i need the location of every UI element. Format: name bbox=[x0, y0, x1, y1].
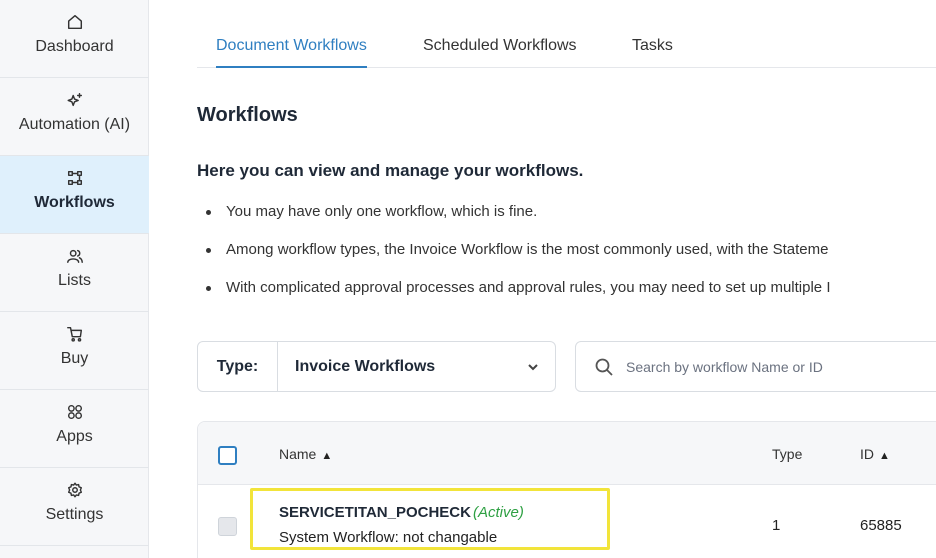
type-selected-value: Invoice Workflows bbox=[295, 358, 436, 375]
column-header-type[interactable]: Type bbox=[772, 446, 802, 462]
search-box bbox=[575, 341, 936, 392]
workflow-type-select[interactable]: Type: Invoice Workflows bbox=[197, 341, 556, 392]
sidebar-item-workflows[interactable]: Workflows bbox=[0, 156, 149, 234]
bullet-item: Among workflow types, the Invoice Workfl… bbox=[205, 241, 936, 279]
chevron-down-icon bbox=[527, 360, 539, 372]
workflow-name-text: SERVICETITAN_POCHECK bbox=[279, 504, 471, 521]
sidebar-item-label: Automation (AI) bbox=[18, 116, 131, 133]
intro-text: Here you can view and manage your workfl… bbox=[197, 161, 584, 180]
status-badge: (Active) bbox=[472, 504, 524, 521]
sort-asc-icon: ▲ bbox=[879, 450, 890, 462]
workflow-name[interactable]: SERVICETITAN_POCHECK (Active) bbox=[279, 504, 524, 521]
sparkle-icon bbox=[65, 90, 85, 110]
sidebar-item-label: Apps bbox=[56, 428, 93, 445]
sidebar-item-buy[interactable]: Buy bbox=[0, 312, 149, 390]
bullet-item: You may have only one workflow, which is… bbox=[205, 203, 936, 241]
gear-icon bbox=[65, 480, 85, 500]
column-name-label: Name bbox=[279, 446, 317, 462]
workflow-tabs: Document Workflows Scheduled Workflows T… bbox=[197, 30, 936, 68]
users-icon bbox=[65, 246, 85, 266]
sidebar-item-label: Settings bbox=[45, 506, 104, 523]
column-id-label: ID bbox=[860, 446, 874, 462]
type-label: Type: bbox=[198, 342, 278, 391]
sidebar: Dashboard Automation (AI) Workflows List… bbox=[0, 0, 149, 558]
row-checkbox[interactable] bbox=[218, 517, 237, 536]
sidebar-item-dashboard[interactable]: Dashboard bbox=[0, 0, 149, 78]
workflow-subtitle: System Workflow: not changable bbox=[279, 529, 498, 546]
select-all-checkbox[interactable] bbox=[218, 446, 237, 465]
column-header-name[interactable]: Name ▲ bbox=[279, 446, 332, 462]
tab-document-workflows[interactable]: Document Workflows bbox=[216, 37, 367, 68]
tab-tasks[interactable]: Tasks bbox=[632, 37, 673, 68]
workflow-type-cell: 1 bbox=[772, 517, 781, 534]
workflow-icon bbox=[65, 168, 85, 188]
page-title: Workflows bbox=[197, 104, 298, 126]
bullet-item: With complicated approval processes and … bbox=[205, 279, 936, 317]
sidebar-item-apps[interactable]: Apps bbox=[0, 390, 149, 468]
table-header: Name ▲ Type ID ▲ bbox=[198, 422, 936, 485]
sidebar-item-label: Lists bbox=[58, 272, 91, 289]
tab-scheduled-workflows[interactable]: Scheduled Workflows bbox=[423, 37, 577, 68]
sort-asc-icon: ▲ bbox=[321, 450, 333, 462]
cart-icon bbox=[65, 324, 85, 344]
search-input[interactable] bbox=[626, 354, 926, 380]
sidebar-item-settings[interactable]: Settings bbox=[0, 468, 149, 546]
sidebar-item-label: Dashboard bbox=[35, 38, 114, 55]
sidebar-item-automation[interactable]: Automation (AI) bbox=[0, 78, 149, 156]
workflow-id-cell: 65885 bbox=[860, 517, 902, 534]
info-bullets: You may have only one workflow, which is… bbox=[205, 203, 936, 317]
sidebar-item-lists[interactable]: Lists bbox=[0, 234, 149, 312]
search-icon bbox=[594, 357, 614, 377]
workflows-table: Name ▲ Type ID ▲ SERVICETITAN_POCHECK (Acti… bbox=[197, 421, 936, 558]
sidebar-item-label: Workflows bbox=[34, 194, 115, 211]
column-header-id[interactable]: ID ▲ bbox=[860, 446, 890, 462]
home-icon bbox=[65, 12, 85, 32]
sidebar-item-label: Buy bbox=[60, 350, 89, 367]
apps-grid-icon bbox=[65, 402, 85, 422]
